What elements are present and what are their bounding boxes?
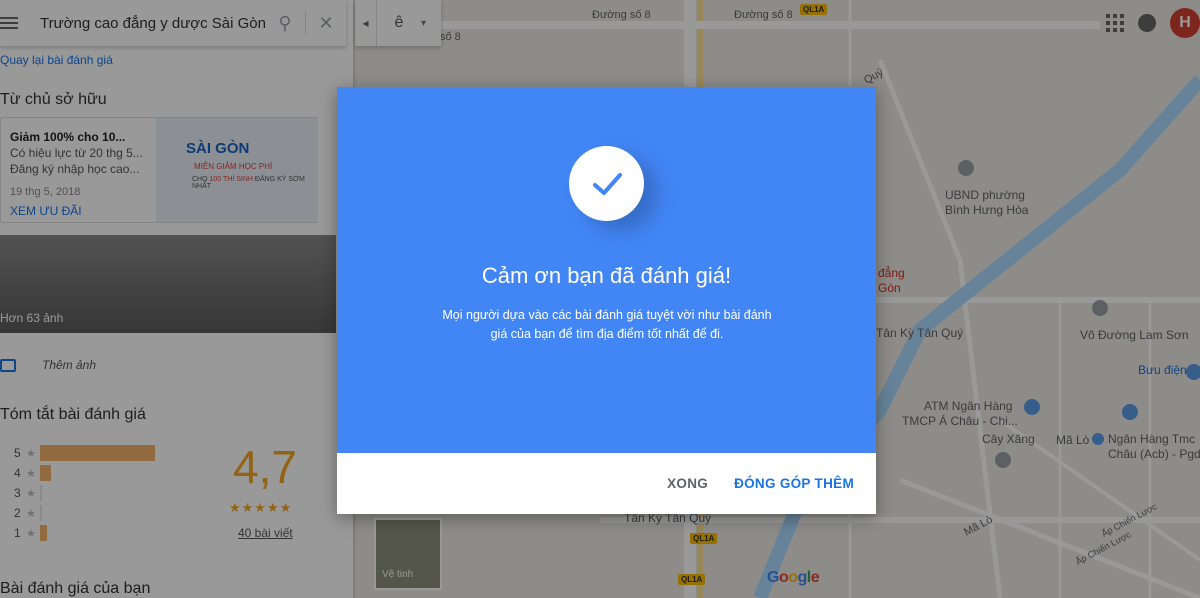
check-icon [592,172,622,195]
dialog-actions: XONG ĐÓNG GÓP THÊM [337,453,876,514]
contribute-more-button[interactable]: ĐÓNG GÓP THÊM [734,470,854,497]
thank-you-dialog: Cảm ơn bạn đã đánh giá! Mọi người dựa và… [337,87,876,514]
dialog-title: Cảm ơn bạn đã đánh giá! [481,263,732,288]
done-button[interactable]: XONG [667,470,708,497]
dialog-header: Cảm ơn bạn đã đánh giá! Mọi người dựa và… [337,87,876,453]
dialog-description: Mọi người dựa vào các bài đánh giá tuyệt… [442,308,772,341]
check-circle [569,146,644,221]
